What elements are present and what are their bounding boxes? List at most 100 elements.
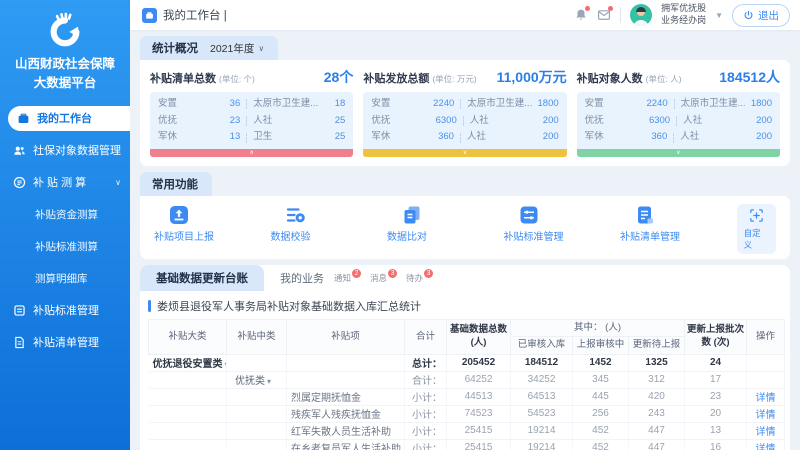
message-dot: [608, 6, 613, 11]
bell-icon[interactable]: [574, 8, 588, 22]
year-filter-select[interactable]: 2021年度 ∨: [210, 41, 264, 56]
stat-card-toggle-bar[interactable]: ∨: [363, 149, 566, 157]
topbar-actions: 拥军优抚股 业务经办岗 ▼ 退出: [574, 3, 790, 26]
cell-subsidy-item: [287, 354, 405, 371]
cell-under-review: 452: [573, 422, 629, 439]
stat-card-toggle-bar[interactable]: ∨: [577, 149, 780, 157]
column-header: 更新上报批次数 (次): [685, 319, 747, 354]
sidebar-item-label: 补贴标准测算: [35, 239, 98, 254]
sidebar-item-biaozhun-cesuan[interactable]: 补贴标准测算: [0, 234, 130, 259]
function-shortcut[interactable]: 补贴清单管理: [620, 204, 737, 243]
function-shortcut[interactable]: 补贴标准管理: [504, 204, 621, 243]
functions-section-header: 常用功能: [140, 172, 212, 196]
sidebar-item-butie-cesuan[interactable]: 补 贴 测 算∨: [0, 170, 130, 195]
stat-breakdown-row: 安置36太原市卫生建...18: [158, 96, 345, 113]
expand-caret-icon[interactable]: ▾: [267, 377, 271, 386]
sidebar-item-shebao-data-mgmt[interactable]: 社保对象数据管理: [0, 138, 130, 163]
workbench-icon: [142, 8, 157, 23]
stat-card-title: 补贴清单总数: [150, 70, 216, 86]
stat-card: 补贴对象人数(单位: 人)184512人安置2240太原市卫生建...1800优…: [577, 67, 780, 157]
cell-category: [149, 371, 227, 388]
chevron-down-icon: ∨: [463, 150, 467, 156]
column-header: 补贴中类: [227, 319, 287, 354]
tab-my-business[interactable]: 我的业务 通知2 消息3 待办3: [264, 265, 441, 291]
stat-card-value: 28个: [324, 67, 354, 87]
topbar: 我的工作台 | 拥军优抚股 业务经办岗 ▼ 退出: [130, 0, 800, 30]
doc-list-icon: [634, 204, 656, 226]
customize-icon: [749, 208, 764, 226]
ledger-table: 补贴大类补贴中类补贴项合计基础数据总数 (人)其中： (人)更新上报批次数 (次…: [148, 319, 785, 450]
stat-card-unit: (单位: 个): [219, 73, 255, 85]
function-shortcut[interactable]: 数据校验: [271, 204, 388, 243]
briefcase-icon: [17, 112, 30, 125]
logout-button[interactable]: 退出: [732, 4, 790, 27]
cell-category: 优抚退役安置类▾: [149, 354, 227, 371]
cell-reviewed-in-db: 64513: [511, 388, 573, 405]
customize-button[interactable]: 自定义: [737, 204, 776, 254]
cell-pending-report: 243: [629, 405, 685, 422]
functions-panel: 补贴项目上报 数据校验 数据比对补贴标准管理补贴清单管理自定义: [140, 196, 790, 259]
sidebar-item-workbench[interactable]: 我的工作台: [8, 106, 130, 131]
breadcrumb: 我的工作台 |: [142, 7, 227, 23]
column-header: 上报审核中: [573, 337, 629, 354]
sidebar-item-biaozhun-mgmt[interactable]: 补贴标准管理: [0, 298, 130, 323]
avatar[interactable]: [630, 4, 652, 26]
content: 统计概况 2021年度 ∨ 补贴清单总数(单位: 个) 28个安置36太原市卫生建…: [130, 30, 800, 450]
stat-card-toggle-bar[interactable]: ∧: [150, 149, 353, 157]
stats-section-header: 统计概况 2021年度 ∨: [140, 36, 278, 60]
function-shortcut-label: 数据校验: [271, 228, 311, 243]
cell-reviewed-in-db: 19214: [511, 439, 573, 450]
sidebar-item-label: 我的工作台: [37, 110, 92, 126]
function-shortcut[interactable]: 数据比对: [387, 204, 504, 243]
cell-mid-category: [227, 439, 287, 450]
function-shortcut[interactable]: 补贴项目上报: [154, 204, 271, 243]
functions-section-title: 常用功能: [152, 176, 198, 192]
standard-icon: [13, 304, 26, 317]
tab-ledger[interactable]: 基础数据更新台账: [140, 265, 264, 291]
cell-category: [149, 405, 227, 422]
subtitle-marker: [148, 300, 151, 312]
sidebar-item-zijin-cesuan[interactable]: 补贴资金测算: [0, 202, 130, 227]
cell-total: 44513: [447, 388, 511, 405]
cell-agg-label: 小计：: [405, 405, 447, 422]
cell-reviewed-in-db: 34252: [511, 371, 573, 388]
divider: [620, 7, 621, 23]
sidebar-menu: 我的工作台社保对象数据管理补 贴 测 算∨ 补贴资金测算补贴标准测算测算明细库补贴…: [0, 106, 130, 355]
cell-subsidy-item: 红军失散人员生活补助: [287, 422, 405, 439]
mail-icon[interactable]: [597, 8, 611, 22]
sidebar-item-qingdan-mgmt[interactable]: 补贴清单管理: [0, 330, 130, 355]
column-header: 补贴大类: [149, 319, 227, 354]
cell-pending-report: 420: [629, 388, 685, 405]
tab-my-business-label: 我的业务: [280, 270, 324, 286]
function-shortcut-label: 补贴项目上报: [154, 228, 214, 243]
badge-消息[interactable]: 消息3: [370, 272, 397, 284]
power-icon: [743, 10, 754, 21]
ledger-table-header: 补贴大类补贴中类补贴项合计基础数据总数 (人)其中： (人)更新上报批次数 (次…: [149, 319, 785, 354]
detail-link[interactable]: 详情: [756, 444, 776, 450]
badge-待办[interactable]: 待办3: [406, 272, 433, 284]
app-logo: [0, 8, 130, 52]
chevron-down-icon[interactable]: ▼: [715, 11, 723, 20]
detail-link[interactable]: 详情: [756, 393, 776, 404]
column-header: 合计: [405, 319, 447, 354]
cell-agg-label: 小计：: [405, 422, 447, 439]
cell-action: [747, 354, 785, 371]
detail-link[interactable]: 详情: [756, 427, 776, 438]
stats-section-title: 统计概况: [152, 40, 198, 56]
upload-icon: [168, 204, 190, 226]
cell-action: 详情: [747, 405, 785, 422]
column-header: 操作: [747, 319, 785, 354]
stat-card-value: 184512人: [719, 67, 780, 87]
customize-label: 自定义: [744, 227, 769, 251]
detail-link[interactable]: 详情: [756, 410, 776, 421]
stat-card-breakdown: 安置2240太原市卫生建...1800优抚6300人社200军休360人社200: [577, 92, 780, 149]
table-row: 优抚类▾合计：642523425234531217: [149, 371, 785, 388]
user-role[interactable]: 拥军优抚股 业务经办岗: [661, 3, 706, 26]
table-row: 烈属定期抚恤金小计：445136451344542023详情: [149, 388, 785, 405]
ledger-subtitle: 娄烦县退役军人事务局补贴对象基础数据入库汇总统计: [148, 298, 782, 314]
stat-card-breakdown: 安置36太原市卫生建...18优抚23人社25军休13卫生25: [150, 92, 353, 149]
table-row: 在乡老复员军人生活补助小计：254151921445244716详情: [149, 439, 785, 450]
badge-通知[interactable]: 通知2: [334, 272, 361, 284]
sidebar-item-cesuan-mingxiku[interactable]: 测算明细库: [0, 266, 130, 291]
stat-breakdown-row: 军休13卫生25: [158, 129, 345, 146]
